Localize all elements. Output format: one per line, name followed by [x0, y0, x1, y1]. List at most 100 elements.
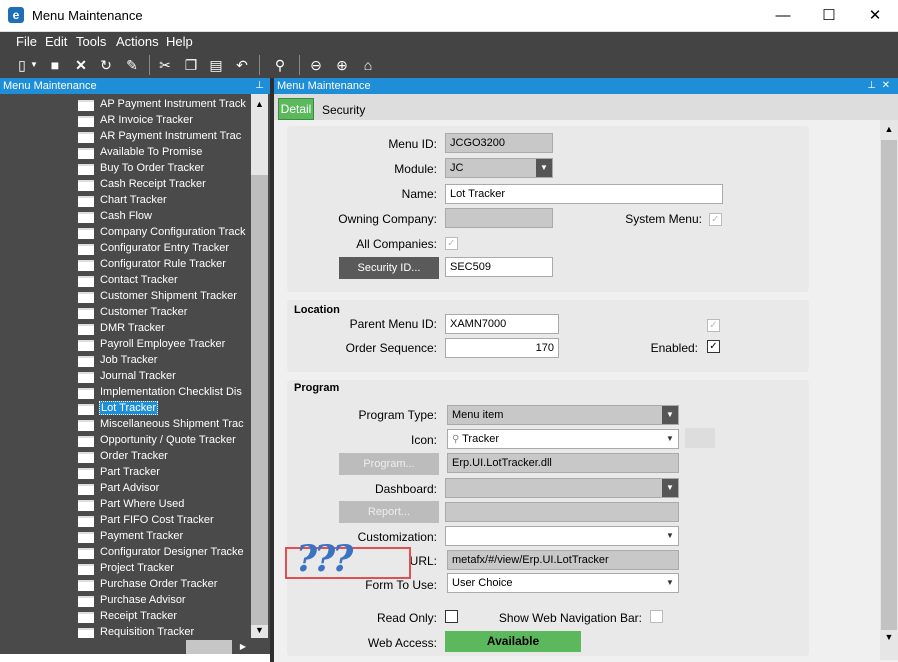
refresh-icon[interactable]: ↻ [96, 55, 116, 75]
chevron-down-icon[interactable]: ▼ [662, 430, 678, 448]
tree-item[interactable]: Cash Receipt Tracker [78, 177, 256, 193]
tree-item[interactable]: Configurator Rule Tracker [78, 257, 256, 273]
report-field[interactable] [445, 502, 679, 522]
tab-detail[interactable]: Detail [278, 98, 314, 120]
tree-item[interactable]: Implementation Checklist Dis [78, 385, 256, 401]
tree-item[interactable]: Job Tracker [78, 353, 256, 369]
program-type-select[interactable]: Menu item ▼ [447, 405, 679, 425]
binoculars-icon[interactable]: ⚲ [270, 55, 290, 75]
tree-item[interactable]: Part Advisor [78, 481, 256, 497]
tree-item[interactable]: Order Tracker [78, 449, 256, 465]
report-button[interactable]: Report... [339, 501, 439, 523]
tree-item[interactable]: Project Tracker [78, 561, 256, 577]
program-field[interactable]: Erp.UI.LotTracker.dll [447, 453, 679, 473]
tree-item[interactable]: Contact Tracker [78, 273, 256, 289]
owning-company-field[interactable] [445, 208, 553, 228]
folder-icon [78, 388, 94, 399]
tree-item[interactable]: AR Payment Instrument Trac [78, 129, 256, 145]
security-id-field[interactable]: SEC509 [445, 257, 553, 277]
tree-item[interactable]: Purchase Order Tracker [78, 577, 256, 593]
tree-item[interactable]: Opportunity / Quote Tracker [78, 433, 256, 449]
url-field[interactable]: metafx/#/view/Erp.UI.LotTracker [447, 550, 679, 570]
pin-icon[interactable]: ⊥ [255, 78, 264, 94]
menu-file[interactable]: File [16, 34, 37, 49]
tree-item[interactable]: Configurator Designer Tracke [78, 545, 256, 561]
cut-icon[interactable]: ✂ [155, 55, 175, 75]
menu-bar: File Edit Tools Actions Help [0, 32, 898, 52]
tree-item[interactable]: Lot Tracker [78, 401, 256, 417]
enabled-checkbox[interactable]: ✓ [707, 340, 720, 353]
scroll-down-icon[interactable]: ▼ [251, 622, 268, 638]
tree-item[interactable]: Purchase Advisor [78, 593, 256, 609]
chevron-down-icon[interactable]: ▼ [662, 406, 678, 424]
home-icon[interactable]: ⌂ [358, 55, 378, 75]
paste-icon[interactable]: ▤ [206, 55, 226, 75]
chevron-down-icon[interactable]: ▼ [662, 574, 678, 592]
show-web-nav-checkbox[interactable] [650, 610, 663, 623]
security-id-button[interactable]: Security ID... [339, 257, 439, 279]
pin-icon[interactable]: ⊥ [867, 78, 876, 94]
chevron-down-icon[interactable]: ▼ [536, 159, 552, 177]
forward-icon[interactable]: ⊕ [332, 55, 352, 75]
menu-id-field[interactable]: JCGO3200 [445, 133, 553, 153]
scroll-down-icon[interactable]: ▼ [881, 632, 897, 646]
tree-hscroll-thumb[interactable] [186, 640, 232, 654]
close-icon[interactable]: ✕ [882, 78, 890, 94]
scroll-up-icon[interactable]: ▲ [251, 96, 268, 112]
maximize-button[interactable]: ☐ [806, 0, 852, 31]
tree-item[interactable]: Available To Promise [78, 145, 256, 161]
tree-item[interactable]: Part FIFO Cost Tracker [78, 513, 256, 529]
tree-item[interactable]: Receipt Tracker [78, 609, 256, 625]
tree-item[interactable]: Miscellaneous Shipment Trac [78, 417, 256, 433]
clear-icon[interactable]: ✎ [122, 55, 142, 75]
close-button[interactable]: ✕ [852, 0, 898, 31]
chevron-down-icon[interactable]: ▼ [662, 527, 678, 545]
tree-item[interactable]: AP Payment Instrument Track [78, 97, 256, 113]
web-access-label: Web Access: [367, 636, 437, 650]
all-companies-checkbox[interactable]: ✓ [445, 237, 458, 250]
right-panel-title: Menu Maintenance [277, 80, 371, 92]
dashboard-select[interactable]: ▼ [445, 478, 679, 498]
menu-actions[interactable]: Actions [116, 34, 159, 49]
program-button[interactable]: Program... [339, 453, 439, 475]
parent-menu-id-field[interactable]: XAMN7000 [445, 314, 559, 334]
chevron-down-icon[interactable]: ▼ [662, 479, 678, 497]
delete-icon[interactable]: ✕ [71, 55, 91, 75]
tree-item[interactable]: AR Invoice Tracker [78, 113, 256, 129]
form-to-use-select[interactable]: User Choice ▼ [447, 573, 679, 593]
tree-item[interactable]: Payroll Employee Tracker [78, 337, 256, 353]
location-checkbox[interactable]: ✓ [707, 319, 720, 332]
system-menu-checkbox[interactable]: ✓ [709, 213, 722, 226]
save-icon[interactable]: ■ [45, 55, 65, 75]
tree-item[interactable]: Part Tracker [78, 465, 256, 481]
back-icon[interactable]: ⊖ [306, 55, 326, 75]
name-field[interactable]: Lot Tracker [445, 184, 723, 204]
menu-tools[interactable]: Tools [76, 34, 106, 49]
tree-item[interactable]: Company Configuration Track [78, 225, 256, 241]
tree-item[interactable]: Chart Tracker [78, 193, 256, 209]
scroll-up-icon[interactable]: ▲ [881, 124, 897, 138]
tree-item[interactable]: Payment Tracker [78, 529, 256, 545]
tree-scroll-thumb[interactable] [251, 175, 268, 625]
icon-select[interactable]: ⚲ Tracker ▼ [447, 429, 679, 449]
tree-item[interactable]: Part Where Used [78, 497, 256, 513]
customization-select[interactable]: ▼ [445, 526, 679, 546]
tree-item[interactable]: Customer Shipment Tracker [78, 289, 256, 305]
read-only-checkbox[interactable] [445, 610, 458, 623]
content-scroll-thumb[interactable] [881, 140, 897, 630]
copy-icon[interactable]: ❐ [181, 55, 201, 75]
tree-item[interactable]: DMR Tracker [78, 321, 256, 337]
tree-item[interactable]: Configurator Entry Tracker [78, 241, 256, 257]
tab-security[interactable]: Security [322, 103, 365, 117]
module-select[interactable]: JC ▼ [445, 158, 553, 178]
dropdown-arrow-icon[interactable]: ▼ [28, 55, 40, 75]
undo-icon[interactable]: ↶ [232, 55, 252, 75]
scroll-right-icon[interactable]: ▶ [236, 640, 250, 654]
tree-item[interactable]: Customer Tracker [78, 305, 256, 321]
tree-item[interactable]: Buy To Order Tracker [78, 161, 256, 177]
tree-item[interactable]: Cash Flow [78, 209, 256, 225]
menu-help[interactable]: Help [166, 34, 193, 49]
menu-edit[interactable]: Edit [45, 34, 67, 49]
tree-item[interactable]: Journal Tracker [78, 369, 256, 385]
minimize-button[interactable]: — [760, 0, 806, 31]
